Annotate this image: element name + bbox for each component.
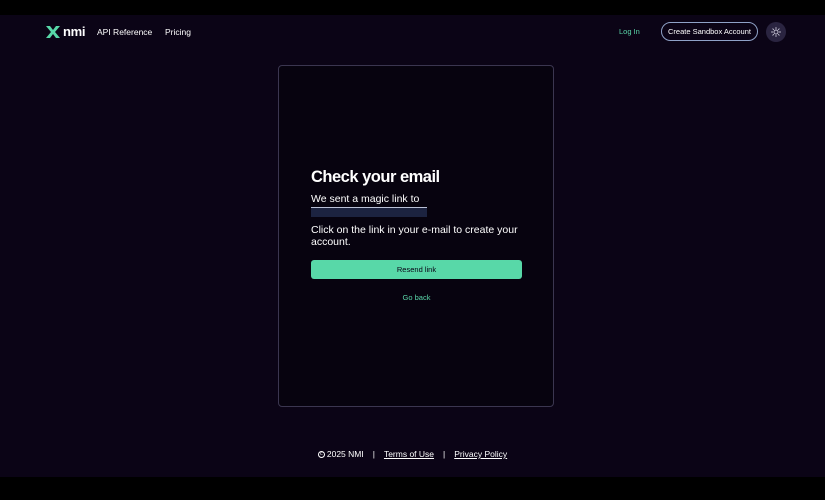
sun-icon bbox=[771, 27, 781, 37]
create-sandbox-account-label: Create Sandbox Account bbox=[668, 27, 751, 36]
copyright-text: 2025 NMI bbox=[326, 449, 364, 459]
footer-separator: | bbox=[443, 449, 446, 459]
nav-api-reference[interactable]: API Reference bbox=[97, 26, 152, 38]
resend-link-button[interactable]: Resend link bbox=[311, 260, 522, 279]
check-email-card: Check your email We sent a magic link to… bbox=[278, 65, 554, 407]
nav-pricing[interactable]: Pricing bbox=[165, 26, 191, 38]
theme-toggle-button[interactable] bbox=[766, 22, 786, 42]
terms-of-use-link[interactable]: Terms of Use bbox=[384, 448, 434, 460]
footer-separator: | bbox=[372, 449, 375, 459]
logo-text: nmi bbox=[63, 24, 86, 39]
login-link[interactable]: Log In bbox=[619, 26, 640, 38]
go-back-link[interactable]: Go back bbox=[279, 293, 554, 303]
create-sandbox-account-button[interactable]: Create Sandbox Account bbox=[661, 22, 758, 41]
nmi-logo[interactable]: nmi bbox=[46, 24, 86, 39]
footer: c 2025 NMI | Terms of Use | Privacy Poli… bbox=[0, 448, 825, 460]
magic-link-sent-text: We sent a magic link to bbox=[311, 193, 420, 205]
top-letterbox bbox=[0, 0, 825, 15]
redacted-email bbox=[311, 207, 427, 217]
page: nmi API Reference Pricing Log In Create … bbox=[0, 15, 825, 477]
copyright-icon: c bbox=[317, 450, 325, 458]
bottom-letterbox bbox=[0, 477, 825, 500]
privacy-policy-link[interactable]: Privacy Policy bbox=[454, 448, 507, 460]
nmi-logo-icon bbox=[46, 26, 60, 38]
resend-link-label: Resend link bbox=[396, 265, 437, 274]
instructions-text: Click on the link in your e-mail to crea… bbox=[311, 224, 518, 248]
card-title: Check your email bbox=[311, 168, 440, 186]
